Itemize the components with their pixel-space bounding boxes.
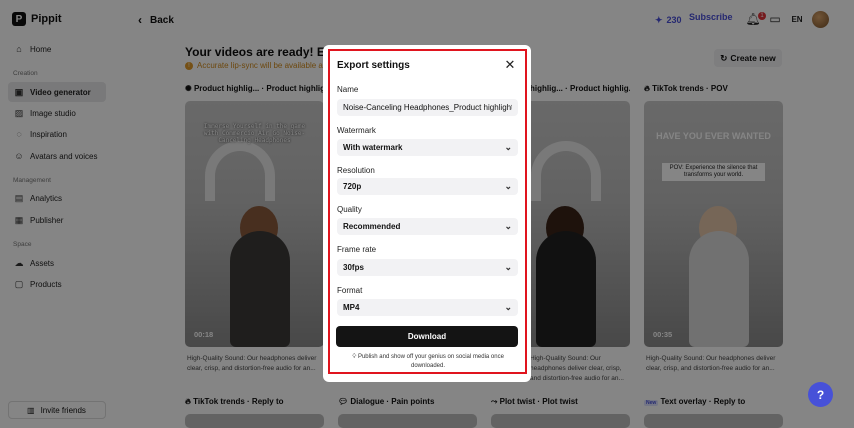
frame-rate-value: 30fps	[343, 263, 364, 272]
watermark-value: With watermark	[343, 143, 403, 152]
format-value: MP4	[343, 303, 360, 312]
name-field[interactable]	[337, 99, 518, 116]
format-select[interactable]: MP4 ⌄	[337, 299, 518, 316]
chevron-down-icon: ⌄	[504, 142, 512, 152]
name-input[interactable]	[343, 103, 512, 112]
chevron-down-icon: ⌄	[504, 262, 512, 272]
frame-rate-select[interactable]: 30fps ⌄	[337, 259, 518, 276]
quality-select[interactable]: Recommended ⌄	[337, 218, 518, 235]
resolution-label: Resolution	[337, 166, 375, 175]
chevron-down-icon: ⌄	[504, 181, 512, 191]
publish-tip: 💡︎ Publish and show off your genius on s…	[345, 353, 511, 371]
name-label: Name	[337, 85, 359, 94]
chevron-down-icon: ⌄	[504, 302, 512, 312]
help-button[interactable]: ?	[808, 382, 833, 407]
quality-label: Quality	[337, 205, 362, 214]
watermark-label: Watermark	[337, 126, 376, 135]
format-label: Format	[337, 286, 363, 295]
download-button[interactable]: Download	[336, 326, 518, 347]
question-icon: ?	[816, 387, 825, 402]
publish-tip-text: Publish and show off your genius on soci…	[357, 354, 504, 369]
dialog-title: Export settings	[337, 60, 410, 71]
close-icon[interactable]: ✕	[503, 57, 517, 72]
quality-value: Recommended	[343, 222, 401, 231]
resolution-select[interactable]: 720p ⌄	[337, 178, 518, 195]
frame-rate-label: Frame rate	[337, 245, 377, 254]
resolution-value: 720p	[343, 182, 362, 191]
chevron-down-icon: ⌄	[504, 221, 512, 231]
watermark-select[interactable]: With watermark ⌄	[337, 139, 518, 156]
